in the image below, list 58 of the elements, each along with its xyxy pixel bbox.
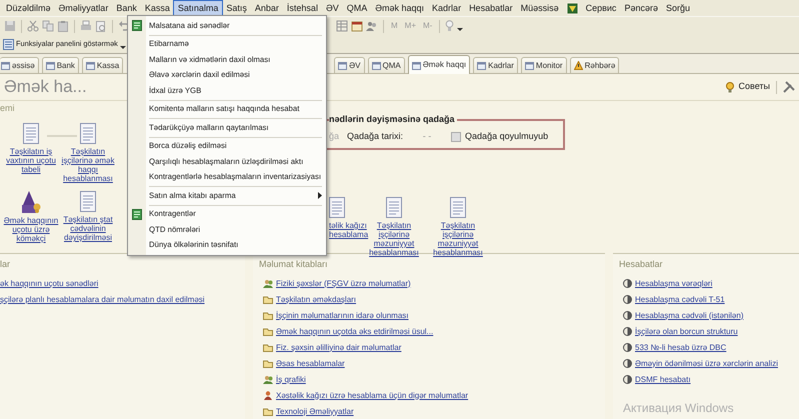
section-link[interactable]: Hesablaşma vərəqləri xyxy=(635,278,712,290)
field-label: Qadağa tarixi: xyxy=(347,130,404,143)
section-link[interactable]: ək haqqının uçotu sənədləri xyxy=(0,278,98,290)
menu-item[interactable]: Satınalma xyxy=(174,1,222,15)
menu-item[interactable]: QMA xyxy=(342,1,372,15)
section-link[interactable]: Xəstəlik kağızı üzrə hesablama üçün digər məlumatlar xyxy=(276,390,468,402)
section-link[interactable]: DSMF hesabatı xyxy=(635,374,691,386)
section-link[interactable]: Fiz. şəxsin əlilliyinə dair məlumatlar xyxy=(276,342,402,354)
section-link[interactable]: İş qrafiki xyxy=(276,374,306,386)
section-title: Hesabatlar xyxy=(619,258,664,271)
menu-item[interactable]: İstehsal xyxy=(282,1,322,15)
tab[interactable]: Kassa xyxy=(82,57,124,73)
menu-item[interactable]: Əmək haqqı xyxy=(371,1,428,15)
tab[interactable]: Rəhbərə xyxy=(570,57,620,73)
menu-item[interactable]: Düzəldilmə xyxy=(2,1,55,15)
menu-item[interactable]: Bank xyxy=(112,1,141,15)
workflow-link[interactable]: Təşkilatın işçilərinə məzuniyyət hesablanması xyxy=(432,221,484,257)
section-link[interactable]: İşçinin məlumatlarının idarə olunması xyxy=(276,310,409,322)
section-link[interactable]: Təşkilatın əməkdaşları xyxy=(276,294,356,306)
workflow-link[interactable]: təlik kağızı hesablama xyxy=(329,221,369,239)
section-link[interactable]: Hesablaşma cədvəli T-51 xyxy=(635,294,725,306)
menu-item[interactable]: Müəssisə xyxy=(516,1,563,15)
section-link[interactable]: İşçilərə olan borcun strukturu xyxy=(635,326,738,338)
section-link[interactable]: Əmək haqqının uçotda əks etdirilməsi üsul... xyxy=(276,326,434,338)
workflow-link[interactable]: Təşkilatın işçilərinə məzuniyyət hesablanması xyxy=(368,221,420,257)
tips-button[interactable]: Советы xyxy=(724,80,770,94)
section-link[interactable]: Texnoloji Əməliyyatlar xyxy=(276,406,354,418)
activation-notice: Активация Windows xyxy=(623,400,734,417)
tab[interactable]: Kadrlar xyxy=(473,57,518,73)
status-label: Qadağa qoyulmuyub xyxy=(465,130,548,143)
menu-item[interactable]: Hesabatlar xyxy=(465,1,517,15)
page-title: Əmək ha... xyxy=(4,76,87,98)
section-title: lar xyxy=(0,258,12,271)
panel-title: emi xyxy=(0,102,15,115)
panel-title: nədlərin dəyişməsinə qadağa xyxy=(329,113,457,126)
section-link[interactable]: Əməyin ödənilməsi üzrə xərclərin analizi xyxy=(635,358,778,370)
section-link[interactable]: Hesablaşma cədvəli (istənilən) xyxy=(635,310,744,322)
section-link[interactable]: 533 №-li hesab üzrə DBC xyxy=(635,342,726,354)
tab[interactable]: QMA xyxy=(368,57,405,73)
menu-item[interactable]: ƏV xyxy=(322,1,343,15)
menu-item[interactable]: Satış xyxy=(222,1,251,15)
section-link[interactable]: Əsas hesablamalar xyxy=(276,358,345,370)
tab[interactable]: Bank xyxy=(42,57,79,73)
field-label: ğa xyxy=(329,130,340,143)
menu-item[interactable]: Сервис xyxy=(582,1,620,15)
menu-item[interactable]: Sorğu xyxy=(662,1,694,15)
section-link[interactable]: şçilərə planlı hesablamalara dair məlumatın daxil edilməsi xyxy=(0,294,205,306)
menu-item[interactable]: Əməliyyatlar xyxy=(54,1,112,15)
menu-item[interactable]: Kassa xyxy=(140,1,174,15)
tab[interactable]: ƏV xyxy=(334,57,365,73)
section-title: Məlumat kitabları xyxy=(259,258,329,271)
menu-item[interactable]: Kadrlar xyxy=(428,1,466,15)
menu-item[interactable]: Anbar xyxy=(250,1,283,15)
section-link[interactable]: Fiziki şəxslər (FŞGV üzrə məlumatlar) xyxy=(276,278,411,290)
tab[interactable]: Monitor xyxy=(520,57,567,73)
menu-item[interactable]: Pəncərə xyxy=(620,1,662,15)
tab[interactable]: Əmək haqqı xyxy=(408,55,470,74)
tab[interactable]: əssisə xyxy=(0,57,39,73)
